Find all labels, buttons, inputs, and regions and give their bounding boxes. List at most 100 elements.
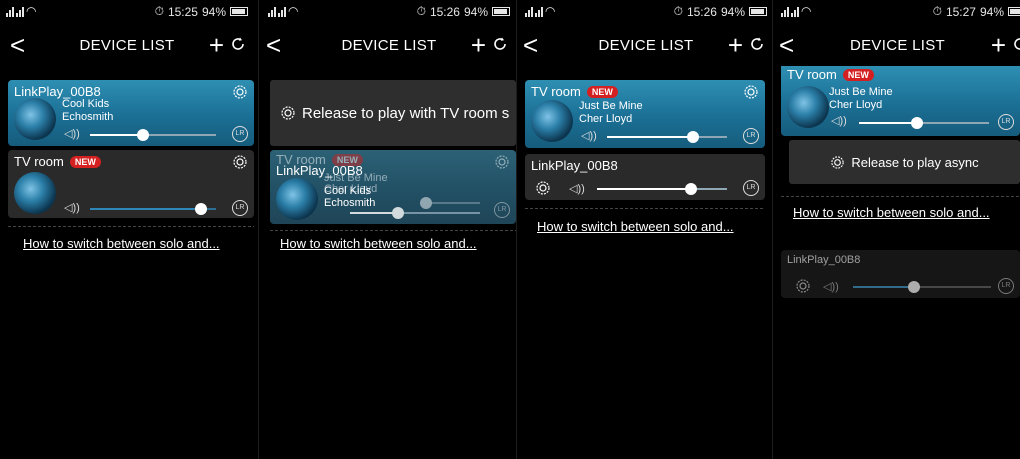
page-title: DEVICE LIST xyxy=(850,37,945,54)
add-icon[interactable]: + xyxy=(471,30,486,60)
refresh-icon[interactable] xyxy=(1012,36,1020,52)
divider xyxy=(781,196,1020,197)
lr-icon[interactable]: LR xyxy=(998,278,1014,294)
alarm-icon: ⏱ xyxy=(154,4,164,18)
album-art xyxy=(531,100,573,142)
alarm-icon: ⏱ xyxy=(416,4,426,18)
alarm-icon: ⏱ xyxy=(932,4,942,18)
device-card-tvroom[interactable]: TV room NEW Just Be Mine Cher Lloyd ◁)) L… xyxy=(525,80,765,148)
screen-3: ◠ ⏱ 15:26 94% < DEVICE LIST + TV room NEW… xyxy=(519,0,773,459)
divider xyxy=(525,208,765,209)
status-time: 15:25 xyxy=(167,4,198,19)
volume-slider[interactable] xyxy=(853,281,991,293)
song-title: Just Be Mine xyxy=(829,86,893,98)
device-card-linkplay[interactable]: LinkPlay_00B8 Cool Kids Echosmith ◁)) LR xyxy=(8,80,254,146)
gear-icon[interactable] xyxy=(795,278,811,294)
help-link[interactable]: How to switch between solo and... xyxy=(23,236,220,251)
refresh-icon[interactable] xyxy=(230,36,246,52)
song-artist: Echosmith xyxy=(62,111,114,123)
panel-divider xyxy=(258,0,259,459)
status-bar: ◠ ⏱ 15:26 94% xyxy=(519,0,773,22)
volume-icon: ◁)) xyxy=(569,183,585,195)
signal-icon: ◠ xyxy=(6,4,36,18)
volume-slider[interactable] xyxy=(607,131,727,143)
lr-icon[interactable]: LR xyxy=(998,114,1014,130)
volume-icon: ◁)) xyxy=(581,130,597,142)
volume-slider[interactable] xyxy=(859,117,989,129)
wifi-icon: ◠ xyxy=(545,4,556,18)
song-title: Just Be Mine xyxy=(579,100,643,112)
gear-icon[interactable] xyxy=(743,84,759,100)
status-bar: ◠ ⏱ 15:25 94% xyxy=(0,0,254,22)
add-icon[interactable]: + xyxy=(991,30,1006,60)
device-name: LinkPlay_00B8 xyxy=(531,158,618,173)
dragged-device-card[interactable]: LinkPlay_00B8 ◁)) LR xyxy=(781,250,1020,298)
song-artist: Cher Lloyd xyxy=(579,113,633,125)
wifi-icon: ◠ xyxy=(288,4,299,18)
status-time: 15:26 xyxy=(429,4,460,19)
volume-slider[interactable] xyxy=(90,203,216,215)
lr-icon[interactable]: LR xyxy=(232,126,248,142)
refresh-icon[interactable] xyxy=(492,36,508,52)
album-art xyxy=(787,86,829,128)
volume-slider[interactable] xyxy=(420,197,480,209)
volume-slider[interactable] xyxy=(350,207,480,219)
signal-icon: ◠ xyxy=(525,4,555,18)
device-name: TV room xyxy=(787,67,837,82)
status-bar: ◠ ⏱ 15:26 94% xyxy=(262,0,516,22)
album-art xyxy=(14,98,56,140)
volume-icon: ◁)) xyxy=(823,281,839,293)
refresh-icon[interactable] xyxy=(749,36,765,52)
device-card-linkplay[interactable]: LinkPlay_00B8 ◁)) LR xyxy=(525,154,765,200)
song-artist: Cher Lloyd xyxy=(829,99,883,111)
gear-icon xyxy=(831,155,845,169)
drag-overlay-card[interactable]: TV room NEW LinkPlay_00B8 Just Be Mine Ch… xyxy=(270,150,516,224)
release-banner: Release to play async xyxy=(789,140,1020,184)
gear-icon xyxy=(281,106,295,120)
gear-icon[interactable] xyxy=(232,154,248,170)
album-art xyxy=(14,172,56,214)
gear-icon[interactable] xyxy=(535,180,551,196)
lr-icon[interactable]: LR xyxy=(232,200,248,216)
signal-icon: ◠ xyxy=(781,4,811,18)
nav-bar: < DEVICE LIST + xyxy=(519,28,773,64)
status-time: 15:26 xyxy=(686,4,717,19)
battery-percent: 94% xyxy=(201,4,226,19)
battery-icon xyxy=(492,7,510,16)
battery-icon xyxy=(1008,7,1020,16)
signal-icon: ◠ xyxy=(268,4,298,18)
battery-icon xyxy=(749,7,767,16)
help-link[interactable]: How to switch between solo and... xyxy=(537,219,734,234)
lr-icon[interactable]: LR xyxy=(743,128,759,144)
device-card-tvroom[interactable]: TV room NEW Just Be Mine Cher Lloyd ◁)) L… xyxy=(781,66,1020,136)
nav-bar: < DEVICE LIST + xyxy=(262,28,516,64)
status-bar: ◠ ⏱ 15:27 94% xyxy=(775,0,1020,22)
device-card-tvroom[interactable]: TV room NEW ◁)) LR xyxy=(8,150,254,218)
device-name: LinkPlay_00B8 xyxy=(14,84,101,99)
screen-4: ◠ ⏱ 15:27 94% < DEVICE LIST + TV room NEW… xyxy=(775,0,1020,459)
add-icon[interactable]: + xyxy=(728,30,743,60)
release-text: Release to play with TV room s xyxy=(302,104,510,122)
release-text: Release to play async xyxy=(851,154,979,170)
lr-icon[interactable]: LR xyxy=(494,202,510,218)
gear-icon[interactable] xyxy=(232,84,248,100)
volume-slider[interactable] xyxy=(597,183,727,195)
lr-icon[interactable]: LR xyxy=(743,180,759,196)
alarm-icon: ⏱ xyxy=(673,4,683,18)
wifi-icon: ◠ xyxy=(26,4,37,18)
volume-icon: ◁)) xyxy=(64,202,80,214)
battery-percent: 94% xyxy=(463,4,488,19)
gear-icon[interactable] xyxy=(494,154,510,170)
volume-icon: ◁)) xyxy=(64,128,80,140)
add-icon[interactable]: + xyxy=(209,30,224,60)
new-badge: NEW xyxy=(69,155,101,168)
help-link[interactable]: How to switch between solo and... xyxy=(280,236,477,251)
wifi-icon: ◠ xyxy=(801,4,812,18)
divider xyxy=(8,226,254,227)
new-badge: NEW xyxy=(586,85,618,98)
help-link[interactable]: How to switch between solo and... xyxy=(793,205,990,220)
volume-slider[interactable] xyxy=(90,129,216,141)
status-time: 15:27 xyxy=(945,4,976,19)
panel-divider xyxy=(516,0,517,459)
screen-2: ◠ ⏱ 15:26 94% < DEVICE LIST + Release to… xyxy=(262,0,516,459)
